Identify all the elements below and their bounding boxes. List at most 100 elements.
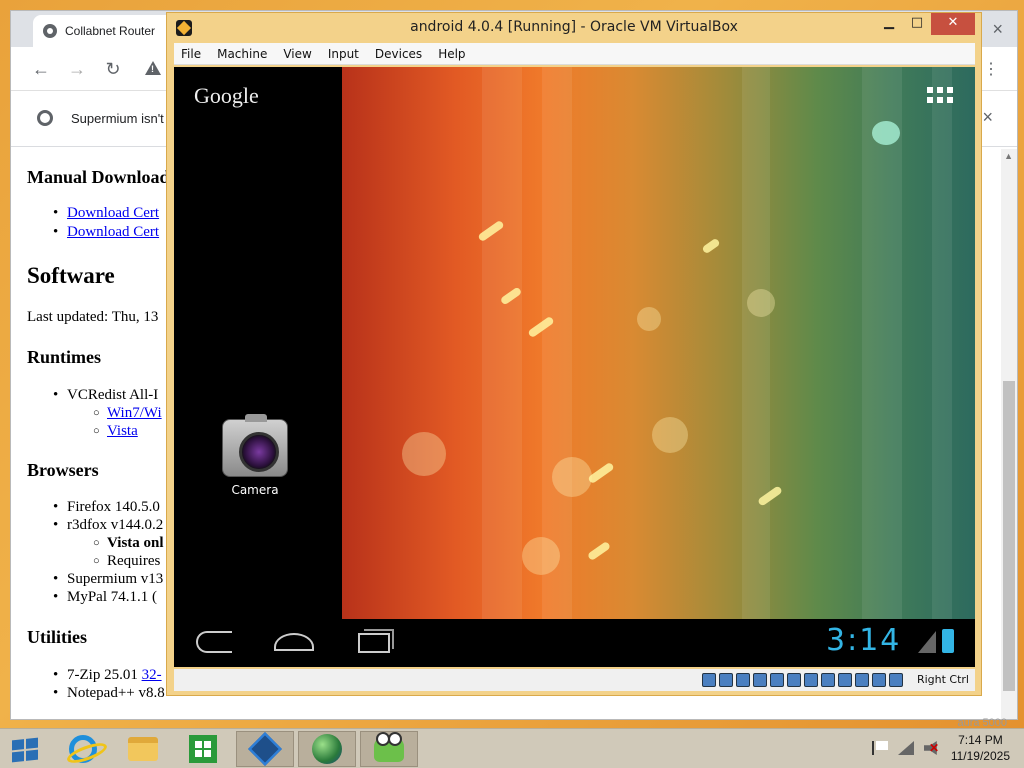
mouse-integration-icon[interactable]: [855, 673, 869, 687]
bokeh: [652, 417, 688, 453]
tab-title: Collabnet Router: [65, 24, 156, 38]
host-key-icon[interactable]: [889, 673, 903, 687]
taskbar-store[interactable]: [174, 731, 232, 767]
battery-icon: [942, 629, 954, 653]
runtime-link[interactable]: Win7/Wi: [107, 405, 162, 421]
last-updated-text: Last updated: Thu, 13: [27, 309, 159, 325]
cpu-icon[interactable]: [838, 673, 852, 687]
wallpaper-stripe: [542, 67, 572, 619]
utility-7zip-text: 7-Zip 25.01: [67, 667, 138, 683]
forward-icon[interactable]: →: [65, 57, 89, 81]
security-warning-icon[interactable]: [145, 61, 161, 75]
download-cert-link[interactable]: Download Cert: [67, 205, 159, 221]
menu-input[interactable]: Input: [328, 47, 359, 61]
list-item: Download Cert: [53, 205, 159, 222]
heading-runtimes: Runtimes: [27, 347, 102, 367]
optical-drive-icon[interactable]: [719, 673, 733, 687]
list-item: VCRedist All-I: [53, 387, 158, 404]
heading-browsers: Browsers: [27, 460, 99, 480]
android-wallpaper: [342, 67, 975, 619]
runtime-link[interactable]: Vista: [107, 423, 138, 439]
download-cert-link[interactable]: Download Cert: [67, 224, 159, 240]
browser-taskbar-icon: [312, 734, 342, 764]
video-capture-icon[interactable]: [821, 673, 835, 687]
clock-time: 7:14 PM: [958, 733, 1003, 747]
close-button[interactable]: ✕: [931, 13, 975, 35]
light-streak: [701, 237, 721, 255]
list-item: MyPal 74.1.1 (: [53, 589, 157, 606]
list-item: Download Cert: [53, 224, 159, 241]
shared-folders-icon[interactable]: [787, 673, 801, 687]
store-icon: [189, 735, 217, 763]
list-item: 7-Zip 25.01 32-: [53, 667, 162, 684]
taskbar-virtualbox[interactable]: [236, 731, 294, 767]
file-explorer-icon: [128, 737, 158, 761]
virtualbox-window: android 4.0.4 [Running] - Oracle VM Virt…: [166, 12, 982, 696]
action-center-flag-icon[interactable]: [872, 741, 888, 755]
signal-icon: [918, 631, 936, 653]
bokeh: [872, 121, 900, 145]
keyboard-icon[interactable]: [872, 673, 886, 687]
camera-label: Camera: [231, 483, 279, 497]
hard-disk-icon[interactable]: [702, 673, 716, 687]
bokeh: [637, 307, 661, 331]
taskbar-explorer[interactable]: [114, 731, 172, 767]
vm-screen[interactable]: Google Camera 3:14: [174, 67, 975, 667]
menu-machine[interactable]: Machine: [217, 47, 267, 61]
virtualbox-taskbar-icon: [248, 732, 282, 766]
start-button[interactable]: [12, 737, 38, 763]
network-icon[interactable]: [753, 673, 767, 687]
camera-shortcut[interactable]: Camera: [220, 414, 290, 497]
taskbar-ie[interactable]: [54, 731, 112, 767]
scroll-thumb[interactable]: [1003, 381, 1015, 691]
wallpaper-stripe: [482, 67, 522, 619]
android-left-panel: Google Camera: [174, 67, 342, 619]
taskbar-clock[interactable]: 7:14 PM 11/19/2025: [951, 732, 1010, 764]
google-search-label[interactable]: Google: [194, 83, 259, 109]
host-key-label: Right Ctrl: [916, 673, 969, 686]
android-navbar: 3:14: [174, 619, 975, 667]
camera-icon: [222, 414, 288, 477]
wallpaper-stripe: [862, 67, 902, 619]
supermium-icon: [37, 110, 53, 126]
menu-help[interactable]: Help: [438, 47, 465, 61]
menu-view[interactable]: View: [283, 47, 311, 61]
wallpaper-stripe: [742, 67, 770, 619]
minimize-button[interactable]: ▁: [875, 13, 903, 35]
taskbar-browser[interactable]: [298, 731, 356, 767]
bokeh: [552, 457, 592, 497]
tab-favicon-icon: [43, 24, 57, 38]
bokeh: [522, 537, 560, 575]
list-item: Vista: [93, 423, 138, 440]
menu-file[interactable]: File: [181, 47, 201, 61]
android-back-icon[interactable]: [196, 631, 232, 653]
list-item: r3dfox v144.0.2: [53, 517, 163, 534]
browser-menu-icon[interactable]: ⋮: [983, 59, 999, 79]
audio-icon[interactable]: [736, 673, 750, 687]
menu-devices[interactable]: Devices: [375, 47, 422, 61]
7zip-link[interactable]: 32-: [142, 667, 162, 683]
infobar-close-icon[interactable]: ×: [982, 107, 993, 128]
android-home-icon[interactable]: [274, 633, 314, 651]
heading-manual-download: Manual Download: [27, 167, 170, 187]
usb-icon[interactable]: [770, 673, 784, 687]
scroll-up-icon[interactable]: ▲: [1004, 151, 1013, 161]
bokeh: [747, 289, 775, 317]
back-icon[interactable]: ←: [29, 57, 53, 81]
vbox-menubar: File Machine View Input Devices Help: [174, 43, 975, 65]
display-icon[interactable]: [804, 673, 818, 687]
browser-close-icon[interactable]: ×: [992, 19, 1003, 40]
taskbar-notepadpp[interactable]: [360, 731, 418, 767]
clock-date: 11/19/2025: [950, 749, 1010, 763]
internet-explorer-icon: [69, 735, 97, 763]
all-apps-icon[interactable]: [927, 87, 953, 105]
maximize-button[interactable]: □: [903, 13, 931, 35]
vbox-titlebar[interactable]: android 4.0.4 [Running] - Oracle VM Virt…: [167, 13, 981, 43]
bokeh: [402, 432, 446, 476]
reload-icon[interactable]: ↻: [101, 57, 125, 81]
wallpaper-stripe: [932, 67, 952, 619]
list-item: Vista onl: [93, 535, 163, 552]
network-tray-icon[interactable]: [898, 741, 914, 755]
browser-tab[interactable]: Collabnet Router: [33, 15, 183, 47]
android-recents-icon[interactable]: [358, 629, 394, 653]
